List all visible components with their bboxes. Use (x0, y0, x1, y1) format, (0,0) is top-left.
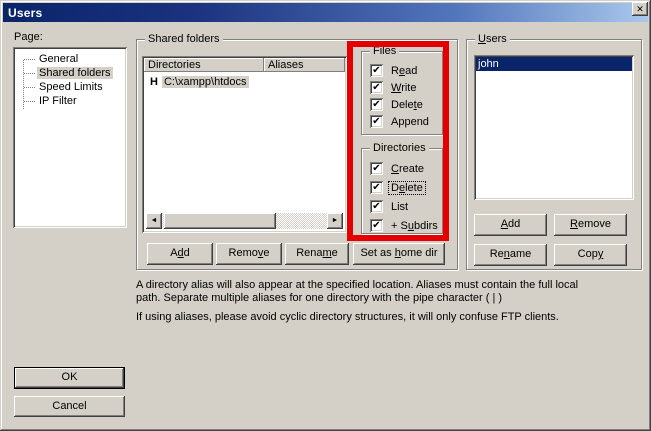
checkbox-write[interactable]: ✔ Write (370, 79, 438, 96)
users-list: john (474, 55, 634, 200)
page-list: General Shared folders Speed Limits IP F… (13, 47, 127, 228)
checkbox-create[interactable]: ✔ Create (370, 159, 438, 178)
checkbox-checked-icon[interactable]: ✔ (370, 162, 383, 175)
user-add-button[interactable]: Add (474, 214, 547, 236)
directories-group-label: Directories (370, 142, 429, 155)
directories-listview: Directories Aliases H C:\xampp\htdocs ◄ ► (142, 56, 347, 233)
checkbox-checked-icon[interactable]: ✔ (370, 81, 383, 94)
checkbox-subdirs[interactable]: ✔ + Subdirs (370, 216, 438, 235)
checkbox-checked-icon[interactable]: ✔ (370, 200, 383, 213)
directories-group: Directories ✔ Create ✔ Delete ✔ List ✔ +… (361, 148, 443, 234)
title-bar[interactable]: Users (3, 3, 648, 22)
shared-folders-group-label: Shared folders (145, 33, 223, 46)
listview-header: Directories Aliases (144, 58, 345, 72)
page-item-general[interactable]: General (15, 52, 125, 66)
scroll-right-button[interactable]: ► (327, 213, 343, 229)
help-line-2: path. Separate multiple aliases for one … (136, 292, 646, 305)
user-item-john[interactable]: john (476, 57, 632, 71)
help-line-3: If using aliases, please avoid cyclic di… (136, 311, 646, 324)
scrollbar-thumb[interactable] (164, 213, 276, 229)
users-dialog: Users ✕ Page: General Shared folders Spe… (0, 0, 651, 431)
window-title: Users (3, 6, 42, 20)
page-tree: General Shared folders Speed Limits IP F… (15, 52, 125, 108)
checkbox-delete-dirs[interactable]: ✔ Delete (370, 178, 438, 197)
user-copy-button[interactable]: Copy (554, 244, 627, 266)
horizontal-scrollbar[interactable]: ◄ ► (146, 213, 343, 229)
files-group: Files ✔ Read ✔ Write ✔ Delete ✔ Append (361, 51, 443, 135)
checkbox-append[interactable]: ✔ Append (370, 113, 438, 130)
checkbox-read[interactable]: ✔ Read (370, 62, 438, 79)
files-group-label: Files (370, 45, 399, 58)
page-item-ip-filter[interactable]: IP Filter (15, 94, 125, 108)
scroll-right-icon: ► (332, 217, 339, 224)
checkbox-delete-files[interactable]: ✔ Delete (370, 96, 438, 113)
cancel-button[interactable]: Cancel (14, 396, 125, 417)
checkbox-checked-icon[interactable]: ✔ (370, 115, 383, 128)
checkbox-checked-icon[interactable]: ✔ (370, 181, 383, 194)
checkbox-checked-icon[interactable]: ✔ (370, 64, 383, 77)
column-header-directories[interactable]: Directories (144, 58, 264, 72)
checkbox-list[interactable]: ✔ List (370, 197, 438, 216)
page-item-speed-limits[interactable]: Speed Limits (15, 80, 125, 94)
user-remove-button[interactable]: Remove (554, 214, 627, 236)
directory-row[interactable]: H C:\xampp\htdocs (144, 76, 345, 89)
close-icon: ✕ (636, 5, 644, 14)
alias-help-text: A directory alias will also appear at th… (136, 279, 646, 324)
checkbox-checked-icon[interactable]: ✔ (370, 98, 383, 111)
scrollbar-track[interactable] (276, 213, 327, 229)
ok-button[interactable]: OK (14, 367, 125, 389)
page-label: Page: (14, 31, 43, 43)
shared-rename-button[interactable]: Rename (285, 243, 349, 265)
users-group-label: Users (475, 33, 510, 46)
checkbox-checked-icon[interactable]: ✔ (370, 219, 383, 232)
home-flag: H (150, 76, 158, 88)
close-button[interactable]: ✕ (632, 2, 648, 16)
shared-remove-button[interactable]: Remove (216, 243, 282, 265)
directory-path: C:\xampp\htdocs (162, 76, 249, 88)
user-rename-button[interactable]: Rename (474, 244, 547, 266)
page-item-shared-folders[interactable]: Shared folders (15, 66, 125, 80)
column-header-aliases[interactable]: Aliases (264, 58, 345, 72)
shared-add-button[interactable]: Add (147, 243, 213, 265)
scroll-left-icon: ◄ (151, 217, 158, 224)
set-as-home-dir-button[interactable]: Set as home dir (353, 243, 445, 265)
scroll-left-button[interactable]: ◄ (146, 213, 162, 229)
help-line-1: A directory alias will also appear at th… (136, 279, 646, 292)
